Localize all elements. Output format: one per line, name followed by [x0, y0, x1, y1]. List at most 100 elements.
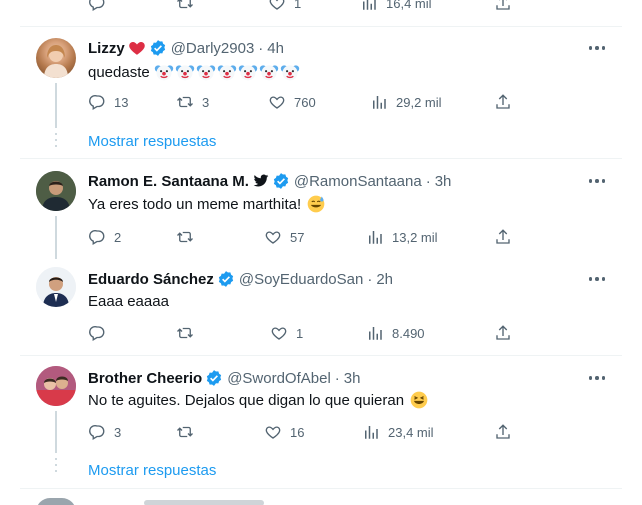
tweet-brother-cheerio[interactable]: Brother Cheerio @SwordOfAbel · 3h No te …	[20, 356, 622, 488]
reply-button[interactable]	[88, 0, 124, 13]
author-name[interactable]: Ramon E. Santaana M.	[88, 173, 249, 190]
show-replies-link[interactable]: Mostrar respuestas	[88, 133, 216, 150]
retweet-icon	[177, 327, 193, 339]
tweet-header: Ramon E. Santaana M. @RamonSantaana · 3h	[88, 172, 452, 190]
clown-face-emoji-icon	[196, 65, 215, 81]
reply-button[interactable]: 3	[88, 422, 124, 442]
share-icon	[496, 94, 510, 109]
author-handle[interactable]: @SoyEduardoSan	[239, 271, 363, 288]
reply-feed: 1 16,4 mil Lizzy @Darly2903 · 4h quedast…	[20, 0, 622, 505]
like-button[interactable]: 1	[270, 323, 306, 343]
previous-tweet-actions: 1 16,4 mil	[88, 0, 528, 13]
avatar[interactable]	[36, 171, 76, 211]
author-handle[interactable]: @Darly2903	[171, 40, 255, 57]
timestamp[interactable]: 3h	[344, 370, 361, 387]
bird-icon	[253, 174, 269, 187]
like-icon	[271, 327, 287, 340]
share-button[interactable]	[494, 0, 520, 13]
like-button[interactable]: 1	[268, 0, 304, 13]
clown-face-emoji-icon	[217, 65, 236, 81]
more-options-button[interactable]	[582, 368, 612, 388]
avatar[interactable]	[36, 38, 76, 78]
reply-icon	[89, 325, 105, 341]
reply-icon	[89, 0, 105, 11]
more-options-button[interactable]	[582, 38, 612, 58]
reply-icon	[89, 229, 105, 245]
share-icon	[496, 0, 510, 10]
show-replies-link[interactable]: Mostrar respuestas	[88, 462, 216, 479]
clown-emoji-row	[153, 62, 300, 82]
retweet-button[interactable]: 3	[176, 92, 212, 112]
author-name[interactable]: Eduardo Sánchez	[88, 271, 214, 288]
retweet-icon	[177, 426, 193, 438]
tweet-actions: 2 57 13,2 mil	[88, 227, 528, 247]
clown-face-emoji-icon	[238, 65, 257, 81]
views-button[interactable]: 23,4 mil	[362, 422, 434, 442]
retweet-icon	[177, 96, 193, 108]
tweet-ramon[interactable]: Ramon E. Santaana M. @RamonSantaana · 3h…	[20, 159, 622, 259]
clown-face-emoji-icon	[259, 65, 278, 81]
clown-face-emoji-icon	[154, 65, 173, 81]
sweat-smile-emoji-icon	[307, 195, 325, 213]
like-icon	[269, 96, 285, 109]
tweet-eduardo[interactable]: Eduardo Sánchez @SoyEduardoSan · 2h Eaaa…	[20, 259, 622, 355]
author-name[interactable]: Brother Cheerio	[88, 370, 202, 387]
verified-icon	[150, 40, 165, 56]
red-heart-icon	[128, 42, 145, 55]
like-icon	[269, 0, 285, 10]
views-icon	[365, 426, 378, 439]
retweet-button[interactable]	[176, 422, 212, 442]
views-button[interactable]: 13,2 mil	[366, 227, 438, 247]
avatar[interactable]	[36, 267, 76, 307]
verified-icon	[207, 370, 222, 386]
like-icon	[265, 426, 281, 439]
more-options-button[interactable]	[582, 269, 612, 289]
timestamp[interactable]: 3h	[435, 173, 452, 190]
verified-icon	[273, 173, 288, 189]
share-button[interactable]	[494, 422, 520, 442]
tweet-text: No te aguites. Dejalos que digan lo que …	[88, 389, 429, 411]
thread-line	[55, 411, 57, 453]
like-button[interactable]: 16	[264, 422, 304, 442]
views-button[interactable]: 8.490	[366, 323, 425, 343]
thread-dots	[54, 458, 58, 476]
share-icon	[496, 229, 510, 244]
next-tweet-preview	[36, 498, 76, 505]
reply-button[interactable]: 13	[88, 92, 128, 112]
clown-face-emoji-icon	[175, 65, 194, 81]
tweet-actions: 3 16 23,4 mil	[88, 422, 528, 442]
reply-button[interactable]: 2	[88, 227, 124, 247]
timestamp[interactable]: 4h	[267, 40, 284, 57]
views-button[interactable]: 29,2 mil	[370, 92, 442, 112]
views-icon	[369, 231, 382, 244]
views-icon	[369, 327, 382, 340]
reply-icon	[89, 94, 105, 110]
share-button[interactable]	[494, 92, 520, 112]
retweet-button[interactable]	[176, 323, 212, 343]
author-name[interactable]: Lizzy	[88, 40, 125, 57]
verified-icon	[218, 271, 233, 287]
share-icon	[496, 424, 510, 439]
views-button[interactable]: 16,4 mil	[360, 0, 432, 13]
author-handle[interactable]: @RamonSantaana	[294, 173, 422, 190]
thread-line	[55, 216, 57, 259]
avatar[interactable]	[36, 366, 76, 406]
tweet-text: Ya eres todo un meme marthita!	[88, 193, 326, 215]
share-button[interactable]	[494, 323, 520, 343]
share-button[interactable]	[494, 227, 520, 247]
tweet-lizzy[interactable]: Lizzy @Darly2903 · 4h quedaste 13 3 760	[20, 27, 622, 158]
like-button[interactable]: 57	[264, 227, 304, 247]
grin-squint-emoji-icon	[410, 391, 428, 409]
more-options-button[interactable]	[582, 171, 612, 191]
author-handle[interactable]: @SwordOfAbel	[227, 370, 331, 387]
divider	[20, 488, 622, 489]
timestamp[interactable]: 2h	[376, 271, 393, 288]
like-button[interactable]: 760	[268, 92, 316, 112]
retweet-icon	[177, 231, 193, 243]
next-tweet-preview	[144, 500, 264, 505]
retweet-button[interactable]	[176, 0, 202, 13]
retweet-icon	[177, 0, 193, 9]
retweet-button[interactable]	[176, 227, 212, 247]
share-icon	[496, 325, 510, 340]
reply-button[interactable]	[88, 323, 124, 343]
